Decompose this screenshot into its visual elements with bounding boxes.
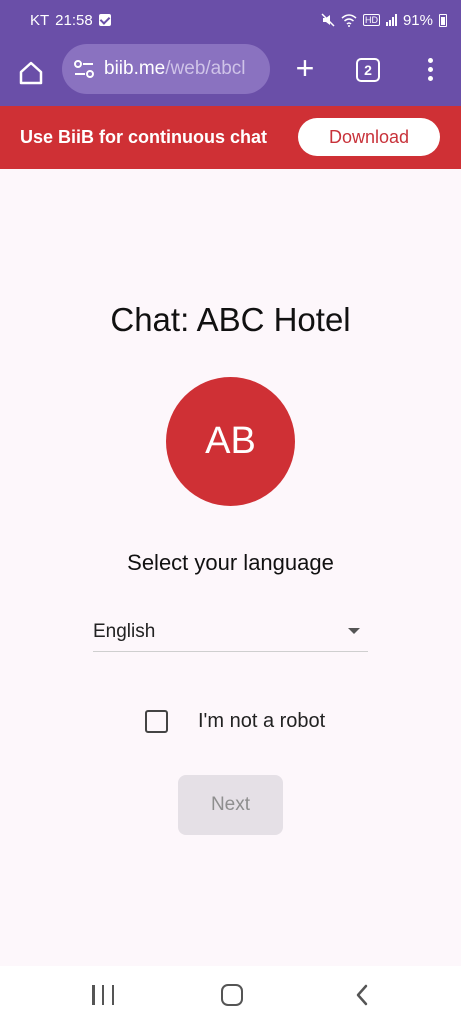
language-label: Select your language [127, 550, 334, 575]
not-robot-label[interactable]: I'm not a robot [198, 710, 325, 733]
next-button[interactable]: Next [178, 775, 283, 835]
banner-text: Use BiiB for continuous chat [20, 127, 268, 147]
battery-icon [439, 13, 447, 27]
status-bar: KT 21:58 HD 91% [0, 0, 461, 40]
hd-badge: HD [362, 14, 380, 26]
url-host: biib.me [104, 58, 166, 79]
address-bar[interactable]: biib.me/web/abcl [62, 44, 270, 94]
back-icon[interactable] [351, 983, 375, 1007]
avatar: AB [166, 377, 295, 506]
page-title: Chat: ABC Hotel [110, 301, 351, 338]
carrier-label: KT [30, 11, 50, 29]
app-promo-banner: Use BiiB for continuous chat Download [0, 106, 461, 169]
dropdown-arrow-icon [348, 628, 360, 634]
url-path: /web/abcl [165, 58, 246, 79]
battery-percent: 91% [402, 11, 433, 29]
download-button[interactable]: Download [298, 118, 440, 156]
nav-home-icon[interactable] [221, 984, 243, 1006]
language-selected-value: English [93, 620, 156, 642]
clock: 21:58 [55, 11, 93, 29]
mute-icon [321, 13, 335, 27]
recent-apps-icon[interactable] [92, 985, 114, 1005]
notification-check-icon [98, 14, 111, 26]
tab-switcher-button[interactable]: 2 [356, 58, 380, 82]
status-right: HD 91% [321, 12, 447, 29]
site-settings-icon[interactable] [72, 57, 96, 81]
captcha-row: I'm not a robot [145, 710, 325, 733]
not-robot-checkbox[interactable] [145, 710, 168, 733]
more-menu-icon[interactable] [420, 54, 440, 84]
language-select[interactable]: English [93, 612, 368, 652]
wifi-icon [341, 13, 357, 27]
new-tab-plus-icon[interactable]: + [290, 52, 320, 84]
status-left: KT 21:58 [30, 12, 111, 29]
home-icon [19, 61, 43, 85]
system-nav-bar [0, 966, 461, 1024]
home-button[interactable] [14, 56, 48, 90]
browser-toolbar: biib.me/web/abcl + 2 [0, 40, 461, 106]
signal-icon [385, 14, 397, 26]
